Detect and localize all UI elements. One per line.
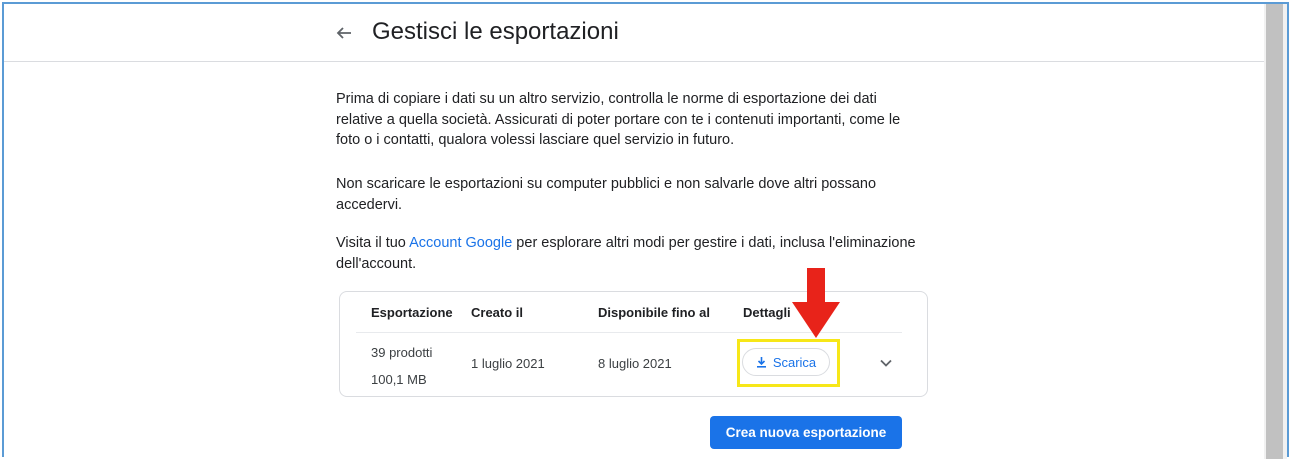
download-button[interactable]: Scarica [742, 348, 830, 376]
intro-paragraph-1: Prima di copiare i dati su un altro serv… [336, 91, 901, 148]
back-arrow-icon[interactable] [335, 24, 353, 42]
created-date: 1 luglio 2021 [471, 356, 545, 371]
paragraph-text: Visita il tuo [336, 235, 410, 251]
column-header-created: Creato il [471, 305, 524, 320]
export-name: 39 prodotti [371, 345, 433, 360]
frame-edge [1287, 2, 1289, 457]
red-arrow-icon [792, 268, 840, 338]
intro-paragraph-2: Non scaricare le esportazioni su compute… [336, 176, 877, 213]
create-export-button[interactable]: Crea nuova esportazione [710, 416, 902, 449]
column-header-details: Dettagli [743, 305, 791, 320]
column-header-available: Disponibile fino al [598, 305, 710, 320]
export-size: 100,1 MB [371, 372, 427, 387]
download-icon [756, 357, 766, 368]
download-label: Scarica [772, 354, 817, 370]
chevron-down-icon[interactable] [880, 359, 892, 367]
google-account-link[interactable]: Account Google [409, 235, 512, 251]
available-until-date: 8 luglio 2021 [598, 356, 672, 371]
page-title: Gestisci le esportazioni [372, 18, 619, 45]
column-header-export: Esportazione [371, 305, 453, 320]
page-header: Gestisci le esportazioni [4, 4, 1264, 62]
scrollbar-thumb[interactable] [1266, 4, 1283, 459]
